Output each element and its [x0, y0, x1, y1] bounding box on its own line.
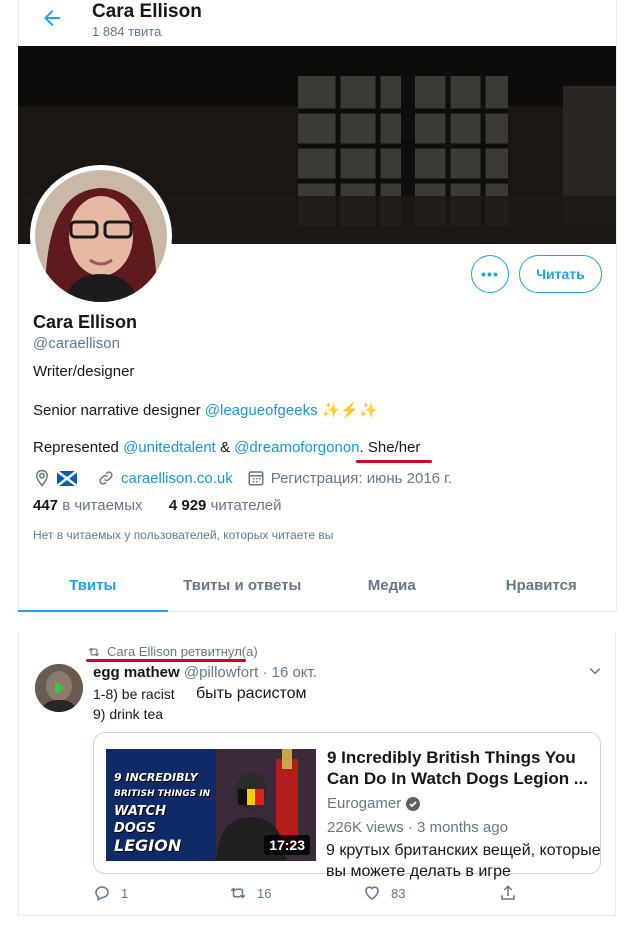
followed-by-note: Нет в читаемых у пользователей, которых …: [33, 528, 334, 542]
tab-tweets[interactable]: Твиты: [18, 560, 168, 612]
profile-meta: caraellison.co.uk Регистрация: июнь 2016…: [33, 468, 466, 488]
tab-media[interactable]: Медиа: [317, 560, 467, 611]
retweet-label[interactable]: Cara Ellison ретвитнул(а): [107, 644, 258, 659]
thumbnail-text: BRITISH THINGS IN: [114, 789, 211, 799]
follow-stats: 447 в читаемых 4 929 читателей: [33, 497, 282, 514]
bio-line-3: Represented @unitedtalent & @dreamoforgo…: [33, 439, 420, 456]
chevron-down-icon[interactable]: [588, 664, 602, 678]
tweet-author-name[interactable]: egg mathew: [93, 664, 180, 681]
card-title[interactable]: 9 Incredibly British Things You Can Do I…: [327, 747, 593, 789]
verified-check-icon: [406, 796, 421, 811]
reply-button[interactable]: 1: [93, 884, 128, 902]
retweet-context: Cara Ellison ретвитнул(а): [87, 644, 258, 659]
tweet-actions: 1 16 83: [93, 884, 543, 906]
profile-handle: @caraellison: [33, 335, 120, 352]
translation-annotation: быть расистом: [196, 685, 307, 702]
tweet-text-line: 1-8) be racist: [93, 686, 175, 702]
profile-avatar[interactable]: [30, 165, 172, 307]
retweet-icon: [230, 887, 246, 899]
bio-text: Senior narrative designer: [33, 402, 205, 419]
following-link[interactable]: 447 в читаемых: [33, 497, 143, 514]
heart-icon: [365, 886, 379, 900]
video-duration: 17:23: [264, 835, 310, 855]
bio-line-2: Senior narrative designer @leagueofgeeks…: [33, 401, 378, 419]
follow-button[interactable]: Читать: [519, 255, 602, 293]
joined-date: Регистрация: июнь 2016 г.: [270, 469, 452, 487]
sparkle-icon: ✨⚡✨: [317, 402, 378, 419]
thumbnail-text: 9 INCREDIBLY: [114, 771, 198, 784]
bio-text: . She/her: [359, 439, 421, 456]
retweet-button[interactable]: 16: [229, 884, 271, 902]
retweet-icon: [88, 647, 100, 656]
bio-line-1: Writer/designer: [33, 363, 135, 380]
mention-link[interactable]: @leagueofgeeks: [205, 402, 318, 419]
link-icon: [99, 471, 113, 485]
website-link[interactable]: caraellison.co.uk: [121, 470, 233, 487]
followers-link[interactable]: 4 929 читателей: [169, 497, 282, 514]
tweet-author-handle[interactable]: @pillowfort: [184, 664, 258, 681]
tab-tweets-replies[interactable]: Твиты и ответы: [168, 560, 318, 611]
tab-likes[interactable]: Нравится: [467, 560, 617, 611]
retweet-count: 16: [257, 885, 272, 901]
reply-count: 1: [121, 885, 129, 901]
reply-icon: [95, 886, 109, 902]
back-arrow-icon[interactable]: [40, 6, 64, 30]
tweet-count: 1 884 твита: [92, 24, 162, 39]
header-title: Cara Ellison: [92, 1, 202, 22]
thumbnail-text: WATCH DOGS: [114, 804, 166, 836]
share-icon: [501, 885, 515, 900]
tweet-text-line: 9) drink tea: [93, 706, 164, 722]
tweet-date[interactable]: · 16 окт.: [262, 664, 316, 681]
more-options-button[interactable]: •••: [471, 255, 509, 293]
red-underline-annotation: [356, 460, 432, 463]
card-site: Eurogamer: [327, 795, 421, 812]
translation-annotation: 9 крутых британских вещей, которые вы мо…: [326, 842, 601, 880]
mention-link[interactable]: @dreamoforgonon: [234, 439, 359, 456]
thumbnail-text: LEGION: [114, 836, 182, 855]
profile-name: Cara Ellison: [33, 312, 138, 332]
tweet-header: egg mathew @pillowfort · 16 окт.: [93, 664, 317, 681]
share-button[interactable]: [499, 884, 531, 902]
mention-link[interactable]: @unitedtalent: [123, 439, 216, 456]
calendar-icon: [248, 471, 264, 486]
scotland-flag-icon: [57, 470, 77, 486]
like-count: 83: [391, 885, 406, 901]
column-border-right: [616, 0, 617, 612]
location-icon: [35, 469, 49, 487]
bio-text: Represented: [33, 439, 124, 456]
card-views: 226K views · 3 months ago: [327, 819, 508, 836]
profile-header: Cara Ellison 1 884 твита: [18, 0, 616, 46]
bio-text: &: [215, 439, 235, 456]
tweet-author-avatar[interactable]: [35, 664, 83, 712]
video-thumbnail[interactable]: 9 INCREDIBLY BRITISH THINGS IN WATCH DOG…: [106, 749, 316, 861]
profile-tabs: Твиты Твиты и ответы Медиа Нравится: [18, 560, 616, 612]
red-underline-annotation: [86, 659, 246, 662]
like-button[interactable]: 83: [363, 884, 405, 902]
